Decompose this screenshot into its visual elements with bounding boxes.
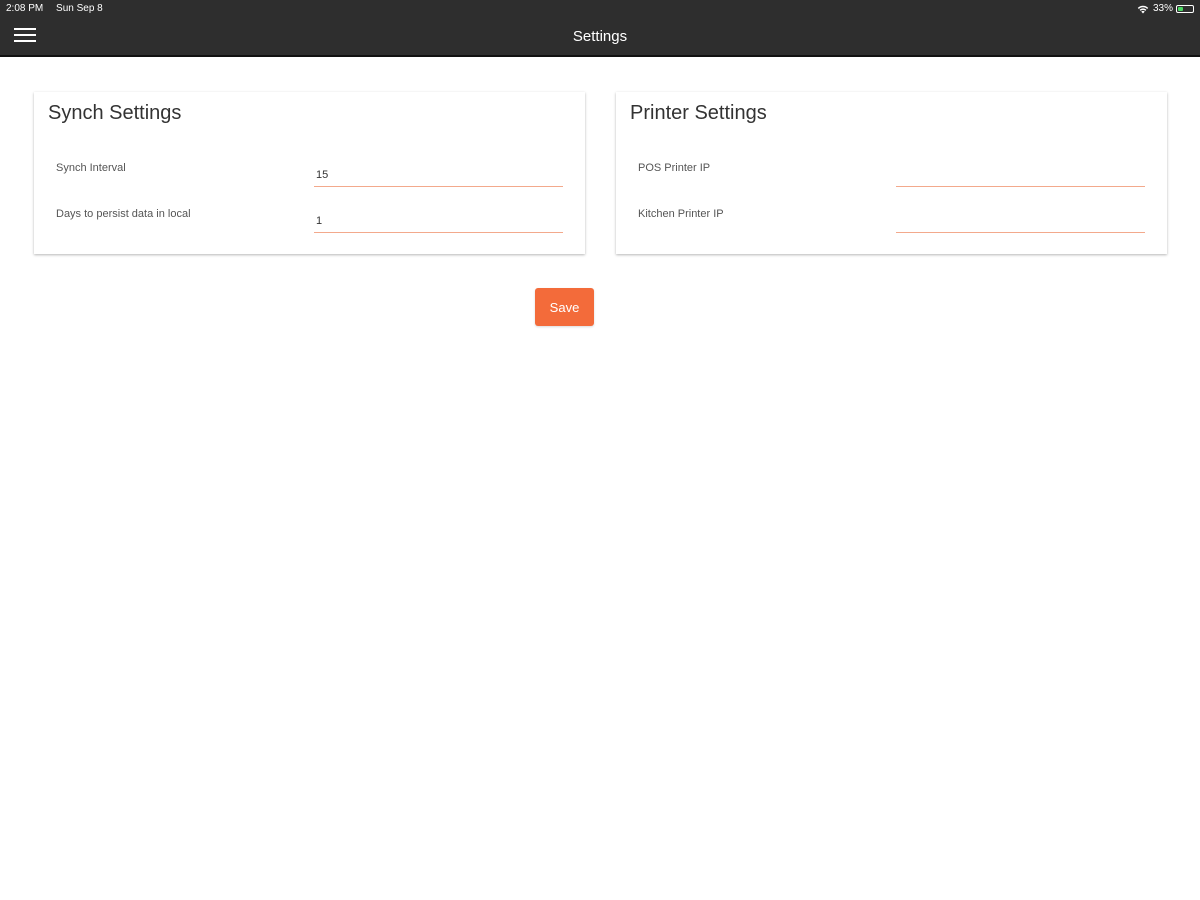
battery-icon (1176, 5, 1194, 13)
status-time: 2:08 PM (6, 3, 44, 14)
save-button[interactable]: Save (535, 288, 594, 326)
printer-settings-title: Printer Settings (630, 102, 767, 124)
days-persist-label: Days to persist data in local (56, 208, 191, 220)
pos-printer-ip-input[interactable] (896, 163, 1145, 187)
synch-interval-label: Synch Interval (56, 162, 126, 174)
kitchen-printer-ip-input[interactable] (896, 209, 1145, 233)
status-bar: 2:08 PM Sun Sep 8 33% (0, 0, 1200, 18)
pos-printer-ip-label: POS Printer IP (638, 162, 711, 174)
nav-bar: Settings (0, 18, 1200, 57)
status-right: 33% (1137, 0, 1194, 18)
kitchen-printer-ip-label: Kitchen Printer IP (638, 208, 724, 220)
status-left: 2:08 PM Sun Sep 8 (6, 0, 103, 18)
printer-settings-card: Printer Settings POS Printer IP Kitchen … (616, 92, 1167, 254)
battery-percent: 33% (1152, 3, 1173, 14)
synch-settings-card: Synch Settings Synch Interval Days to pe… (34, 92, 585, 254)
status-date: Sun Sep 8 (56, 3, 103, 14)
synch-interval-input[interactable] (314, 163, 563, 187)
page-title: Settings (572, 28, 628, 45)
synch-settings-title: Synch Settings (48, 102, 182, 124)
wifi-icon (1137, 5, 1149, 14)
days-persist-input[interactable] (314, 209, 563, 233)
battery-fill (1178, 7, 1183, 11)
